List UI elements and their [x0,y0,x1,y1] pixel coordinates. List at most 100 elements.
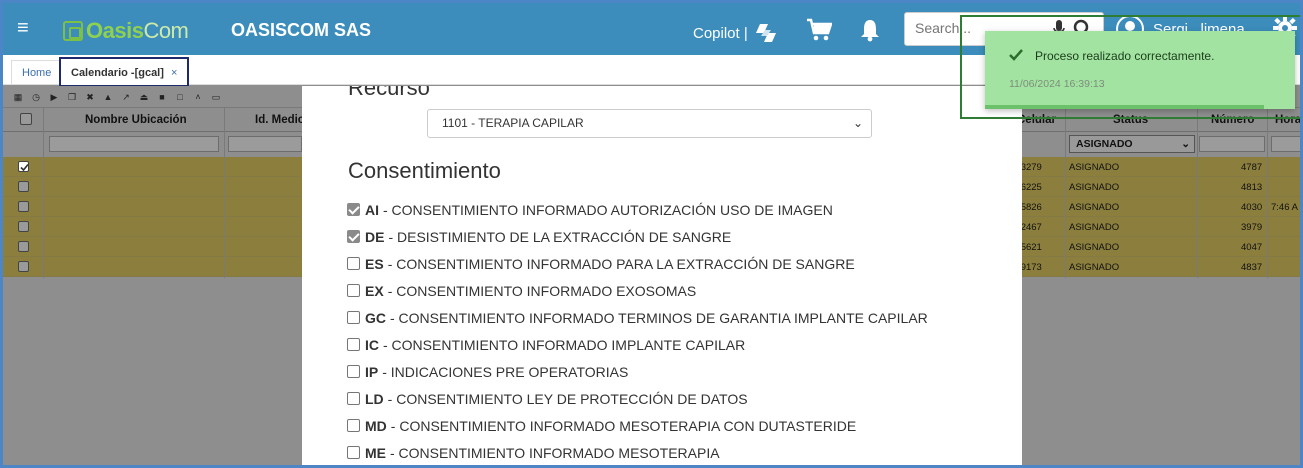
cell-status: ASIGNADO [1069,242,1120,253]
cell-hora: 7:46 A [1271,202,1298,213]
consent-checkbox[interactable] [347,257,360,270]
consent-checkbox[interactable] [347,338,360,351]
filter-numero[interactable] [1199,136,1265,152]
cell-numero: 3979 [1241,222,1263,233]
cell-numero: 4837 [1241,262,1263,273]
consent-code: GC [365,309,386,326]
consent-checkbox[interactable] [347,419,360,432]
warning-icon[interactable]: ▲ [103,92,113,102]
recurso-select-value: 1101 - TERAPIA CAPILAR [442,116,584,130]
filter-hora[interactable] [1271,136,1300,152]
cell-status: ASIGNADO [1069,162,1120,173]
clock-icon[interactable]: ◷ [31,92,41,102]
lock-icon[interactable]: ■ [157,92,167,102]
consent-code: DE [365,228,385,245]
toast-timestamp: 11/06/2024 16:39:13 [1009,78,1105,90]
hamburger-icon[interactable]: ≡ [17,18,35,38]
col-divider [224,108,225,278]
calendar-icon[interactable]: ▦ [13,92,23,102]
row-checkbox[interactable] [18,181,29,192]
consent-item-gc[interactable]: GC - CONSENTIMIENTO INFORMADO TERMINOS DE… [347,304,928,331]
consent-code: ME [365,444,386,461]
consent-item-ex[interactable]: EX - CONSENTIMIENTO INFORMADO EXOSOMAS [347,277,928,304]
logo-text-part1: Oasis [86,18,144,43]
row-checkbox[interactable] [18,161,29,172]
chevron-up-icon[interactable]: ˄ [193,92,203,102]
copilot-button[interactable]: Copilot | [693,21,778,45]
row-checkbox[interactable] [18,201,29,212]
rectangle-icon[interactable]: ▭ [211,92,221,102]
toast-progress-bar [985,105,1264,109]
copy-icon[interactable]: ❐ [67,92,77,102]
tab-home[interactable]: Home [11,60,63,84]
filter-ubicacion[interactable] [49,136,219,152]
cell-status: ASIGNADO [1069,222,1120,233]
logo[interactable]: OasisCom [63,18,189,43]
consent-label: - CONSENTIMIENTO INFORMADO PARA LA EXTRA… [387,255,855,272]
filter-medico[interactable] [228,136,302,152]
consent-item-md[interactable]: MD - CONSENTIMIENTO INFORMADO MESOTERAPIA… [347,412,928,439]
bell-icon[interactable] [860,18,880,42]
recurso-title: Recurso [348,86,430,100]
consent-checkbox[interactable] [347,365,360,378]
success-toast[interactable]: Proceso realizado correctamente. 11/06/2… [985,31,1295,109]
chevron-down-icon: ⌄ [852,116,863,130]
consent-checkbox[interactable] [347,230,360,243]
cell-numero: 4787 [1241,162,1263,173]
eject-icon[interactable]: ⏏ [139,92,149,102]
col-divider [1267,108,1268,278]
row-checkbox[interactable] [18,241,29,252]
cell-status: ASIGNADO [1069,182,1120,193]
cart-icon[interactable] [806,18,832,42]
check-icon [20,163,29,172]
consent-label: - INDICACIONES PRE OPERATORIAS [382,363,629,380]
company-name: OASISCOM SAS [231,20,372,40]
consent-checkbox[interactable] [347,446,360,459]
consent-code: EX [365,282,384,299]
col-ubicacion[interactable]: Nombre Ubicación [85,114,187,126]
consent-code: AI [365,201,379,218]
consent-item-ic[interactable]: IC - CONSENTIMIENTO INFORMADO IMPLANTE CA… [347,331,928,358]
consent-label: - CONSENTIMIENTO INFORMADO AUTORIZACIÓN … [383,201,833,218]
consent-label: - DESISTIMIENTO DE LA EXTRACCIÓN DE SANG… [388,228,732,245]
consent-checkbox[interactable] [347,284,360,297]
consent-checkbox[interactable] [347,311,360,324]
row-checkbox[interactable] [18,261,29,272]
consent-item-ip[interactable]: IP - INDICACIONES PRE OPERATORIAS [347,358,928,385]
consent-label: - CONSENTIMIENTO INFORMADO IMPLANTE CAPI… [383,336,746,353]
col-divider [43,108,44,278]
row-checkbox[interactable] [18,221,29,232]
cell-numero: 4813 [1241,182,1263,193]
status-filter-select[interactable]: ASIGNADO ⌄ [1069,135,1195,153]
toast-message: Proceso realizado correctamente. [1035,49,1215,63]
consent-item-ai[interactable]: AI - CONSENTIMIENTO INFORMADO AUTORIZACIÓ… [347,196,928,223]
tab-calendario[interactable]: Calendario -[gcal] × [59,57,190,87]
arrow-icon[interactable]: ↗ [121,92,131,102]
consent-label: - CONSENTIMIENTO INFORMADO TERMINOS DE G… [390,309,928,326]
logo-mark-icon [63,21,83,41]
delete-icon[interactable]: ✖ [85,92,95,102]
col-medico[interactable]: Id. Medic [255,114,304,126]
consent-checkbox[interactable] [347,203,360,216]
consent-title: Consentimiento [348,158,501,183]
cell-numero: 4047 [1241,242,1263,253]
cell-status: ASIGNADO [1069,262,1120,273]
consent-code: IP [365,363,379,380]
consent-checkbox[interactable] [347,392,360,405]
close-icon[interactable]: × [171,67,177,79]
consent-code: MD [365,417,387,434]
consent-item-ld[interactable]: LD - CONSENTIMIENTO LEY DE PROTECCIÓN DE … [347,385,928,412]
cell-numero: 4030 [1241,202,1263,213]
col-divider [1065,108,1066,278]
unlock-icon[interactable]: □ [175,92,185,102]
consent-label: - CONSENTIMIENTO INFORMADO MESOTERAPIA C… [390,417,857,434]
consent-item-me[interactable]: ME - CONSENTIMIENTO INFORMADO MESOTERAPIA [347,439,928,465]
play-icon[interactable]: ▶ [49,92,59,102]
status-filter-value: ASIGNADO [1076,138,1133,150]
col-divider [1197,108,1198,278]
consent-modal: Recurso 1101 - TERAPIA CAPILAR ⌄ Consent… [302,86,1022,465]
consent-item-de[interactable]: DE - DESISTIMIENTO DE LA EXTRACCIÓN DE SA… [347,223,928,250]
consent-item-es[interactable]: ES - CONSENTIMIENTO INFORMADO PARA LA EXT… [347,250,928,277]
select-all-checkbox[interactable] [20,113,32,125]
recurso-select[interactable]: 1101 - TERAPIA CAPILAR ⌄ [427,109,872,138]
